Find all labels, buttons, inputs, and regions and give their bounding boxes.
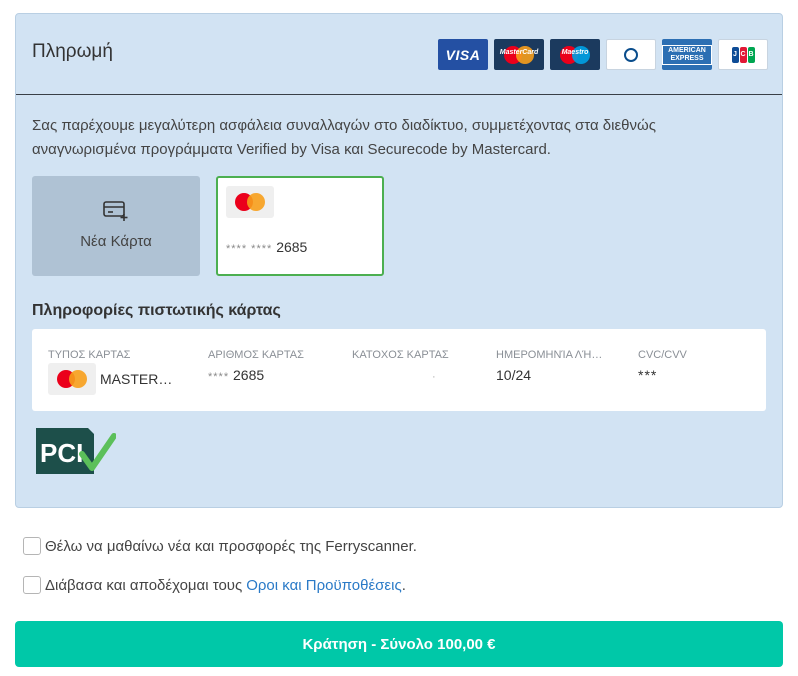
visa-label: VISA [445,46,481,63]
jcb-bars: JCB [731,46,755,63]
amex-logo-icon: AMERICAN EXPRESS [662,39,712,70]
card-type-value: MASTER… [100,371,173,387]
card-holder-value: · [432,371,436,383]
card-expiry-header: ΗΜΕΡΟΜΗΝΊΑ ΛΉ… [496,349,603,361]
card-number-mask: **** [208,371,230,383]
payment-panel: Πληρωμή VISA MasterCard Maestro AMERICAN… [15,13,783,508]
saved-card-2685[interactable]: **** **** 2685 [216,176,384,276]
card-number-value: **** 2685 [208,367,336,383]
card-number-column: ΑΡΙΘΜΟΣ ΚΑΡΤΑΣ **** 2685 [208,349,336,383]
card-info-box: ΤΥΠΟΣ ΚΑΡΤΑΣ MASTER… ΑΡΙΘΜΟΣ ΚΑΡΤΑΣ ****… [32,329,766,411]
mastercard-icon [226,186,274,218]
pci-text: PCI [40,438,83,468]
jcb-logo-icon: JCB [718,39,768,70]
card-cvc-header: CVC/CVV [638,349,687,361]
newsletter-consent-row: Θέλω να μαθαίνω νέα και προσφορές της Fe… [23,537,417,555]
diners-ring [624,47,638,62]
saved-card-last4: 2685 [276,239,308,255]
saved-card-mask: **** **** [226,243,273,255]
add-card-icon [103,201,128,221]
terms-link[interactable]: Οροι και Προϋποθέσεις [246,577,401,594]
card-cvc-column: CVC/CVV *** [638,349,766,383]
new-card-label: Νέα Κάρτα [80,233,152,250]
pci-compliance-icon: PCI [36,428,116,474]
newsletter-checkbox[interactable] [23,537,41,555]
security-intro-text: Σας παρέχουμε μεγαλύτερη ασφάλεια συναλλ… [32,117,656,158]
terms-suffix: . [401,576,406,594]
mastercard-label: MasterCard [499,49,539,56]
mini-circles [57,370,87,388]
mastercard-mini-icon [48,363,96,395]
terms-consent-row: Διάβασα και αποδέχομαι τους Οροι και Προ… [23,576,406,594]
card-type-header: ΤΥΠΟΣ ΚΑΡΤΑΣ [48,349,131,361]
payment-header: Πληρωμή VISA MasterCard Maestro AMERICAN… [16,14,782,95]
terms-checkbox[interactable] [23,576,41,594]
payment-title: Πληρωμή [32,41,113,62]
card-type-value-wrap: MASTER… [48,363,176,395]
visa-logo-icon: VISA [438,39,488,70]
card-expiry-column: ΗΜΕΡΟΜΗΝΊΑ ΛΉ… 10/24 [496,349,624,383]
saved-card-number: **** **** 2685 [226,239,307,255]
maestro-label: Maestro [561,49,589,56]
newsletter-label: Θέλω να μαθαίνω νέα και προσφορές της Fe… [45,537,417,555]
book-total-button[interactable]: Κράτηση - Σύνολο 100,00 € [15,621,783,667]
card-number-last4: 2685 [233,367,265,383]
card-type-column: ΤΥΠΟΣ ΚΑΡΤΑΣ MASTER… [48,349,176,395]
card-holder-value-wrap: · [352,367,480,383]
card-holder-column: ΚΑΤΟΧΟΣ ΚΑΡΤΑΣ · [352,349,480,383]
maestro-logo-icon: Maestro [550,39,600,70]
card-cvc-value: *** [638,367,658,383]
card-info-title: Πληροφορίες πιστωτικής κάρτας [32,302,281,319]
new-card-button[interactable]: Νέα Κάρτα [32,176,200,276]
book-button-label: Κράτηση - Σύνολο 100,00 € [302,635,496,653]
card-brands: VISA MasterCard Maestro AMERICAN EXPRESS… [438,39,768,70]
saved-card-circles [235,193,265,211]
card-number-header: ΑΡΙΘΜΟΣ ΚΑΡΤΑΣ [208,349,304,361]
mastercard-logo-icon: MasterCard [494,39,544,70]
card-holder-header: ΚΑΤΟΧΟΣ ΚΑΡΤΑΣ [352,349,449,361]
diners-club-logo-icon [606,39,656,70]
card-expiry-value: 10/24 [496,367,532,383]
amex-label: AMERICAN EXPRESS [662,44,712,65]
terms-label: Διάβασα και αποδέχομαι τους [45,576,243,594]
